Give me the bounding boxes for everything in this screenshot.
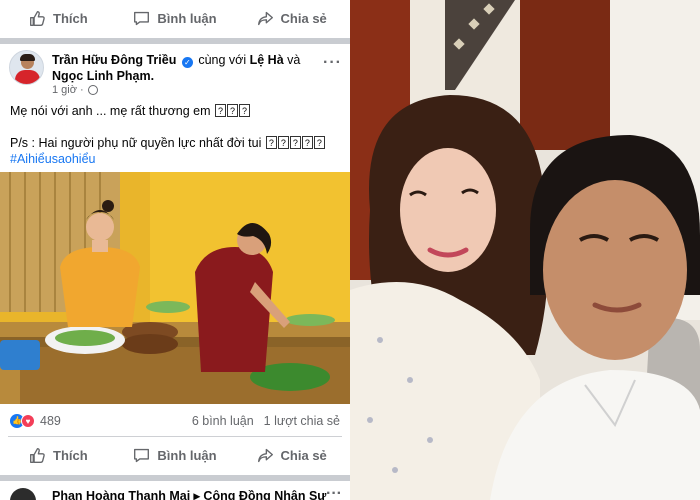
comment-bubble-icon <box>134 448 150 463</box>
like-label: Thích <box>53 11 88 26</box>
emoji-glyph-icon <box>313 135 325 151</box>
author-name[interactable]: Trần Hữu Đông Triều <box>52 53 176 67</box>
next-post-avatar[interactable] <box>10 488 36 500</box>
post-hashtag[interactable]: #Aihiểusaohiểu <box>10 152 96 166</box>
love-reaction-icon: ♥ <box>21 414 35 428</box>
like-label: Thích <box>53 448 88 463</box>
share-count[interactable]: 1 lượt chia sẻ <box>264 414 340 428</box>
like-button[interactable]: Thích <box>0 10 117 27</box>
reaction-count: 489 <box>40 414 61 428</box>
emoji-glyph-icon <box>215 103 227 119</box>
post-line-2: P/s : Hai người phụ nữ quyền lực nhất đờ… <box>10 136 262 150</box>
share-label: Chia sẻ <box>280 448 327 463</box>
thumbs-up-icon <box>30 11 45 26</box>
emoji-glyph-icon <box>301 135 313 151</box>
post-action-bar: Thích Bình luận Chia sẻ <box>0 437 350 475</box>
emoji-glyph-icon <box>239 103 251 119</box>
globe-icon <box>87 85 98 95</box>
kitchen-scene-image <box>0 172 350 404</box>
comment-label: Bình luận <box>157 448 217 463</box>
like-button[interactable]: Thích <box>0 447 117 464</box>
emoji-glyph-icon <box>289 135 301 151</box>
share-button[interactable]: Chia sẻ <box>233 447 350 464</box>
facebook-feed: Thích Bình luận Chia sẻ Trần Hữu Đông Tr… <box>0 0 350 500</box>
reaction-summary[interactable]: 👍 ♥ 489 <box>10 414 61 428</box>
emoji-glyph-icon <box>277 135 289 151</box>
post-time[interactable]: 1 giờ · <box>52 84 84 96</box>
share-button[interactable]: Chia sẻ <box>233 10 350 27</box>
emoji-glyph-icon <box>227 103 239 119</box>
post-header: Trần Hữu Đông Triều ✓ cùng với Lệ Hà và … <box>0 48 350 100</box>
next-post-header: Phan Hoàng Thanh Mai ▸ Cộng Đồng Nhân Sự… <box>0 481 350 500</box>
post-author-line: Trần Hữu Đông Triều ✓ cùng với Lệ Hà và … <box>52 52 302 84</box>
comment-button[interactable]: Bình luận <box>117 10 234 27</box>
next-post-author[interactable]: Phan Hoàng Thanh Mai ▸ Cộng Đồng Nhân Sự <box>52 488 326 500</box>
post-body: Mẹ nói với anh ... mẹ rất thương em P/s … <box>10 103 345 167</box>
with-text: cùng với <box>198 53 247 67</box>
thumbs-up-icon <box>30 448 45 463</box>
couple-photo <box>350 0 700 500</box>
share-label: Chia sẻ <box>280 11 327 26</box>
tagged-person-1[interactable]: Lệ Hà <box>250 53 284 67</box>
emoji-glyph-icon <box>265 135 277 151</box>
post-stats: 👍 ♥ 489 6 bình luận 1 lượt chia sẻ <box>0 410 350 432</box>
comment-bubble-icon <box>134 11 150 26</box>
post-line-1: Mẹ nói với anh ... mẹ rất thương em <box>10 104 211 118</box>
post-meta: 1 giờ · <box>52 84 98 96</box>
more-options-icon[interactable]: ··· <box>326 485 342 500</box>
post-separator <box>0 38 350 44</box>
post-photo[interactable] <box>0 172 350 404</box>
share-arrow-icon <box>257 448 273 463</box>
author-avatar[interactable] <box>9 50 44 85</box>
couple-selfie-image <box>350 0 700 500</box>
comment-count[interactable]: 6 bình luận <box>192 414 254 428</box>
verified-badge-icon: ✓ <box>181 57 193 68</box>
more-options-icon[interactable]: ··· <box>323 54 342 72</box>
previous-post-action-bar: Thích Bình luận Chia sẻ <box>0 0 350 38</box>
share-arrow-icon <box>257 11 273 26</box>
comment-label: Bình luận <box>157 11 217 26</box>
tagged-person-2[interactable]: Ngọc Linh Phạm. <box>52 69 154 83</box>
comment-button[interactable]: Bình luận <box>117 447 234 464</box>
and-text: và <box>287 53 301 67</box>
